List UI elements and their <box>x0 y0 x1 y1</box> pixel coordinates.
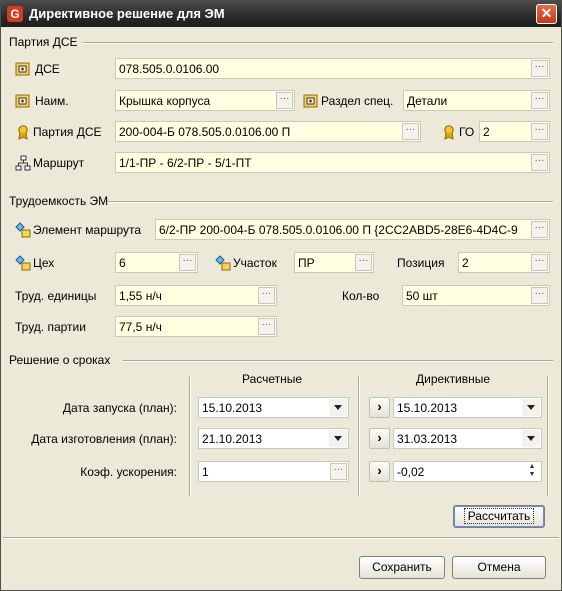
ellipsis-icon[interactable]: ··· <box>276 92 293 109</box>
party-labor-label: Труд. партии <box>15 320 86 334</box>
column-divider <box>547 376 549 496</box>
app-logo-icon: G <box>7 6 23 22</box>
ellipsis-icon[interactable]: ··· <box>355 254 372 271</box>
route-tree-icon <box>15 155 31 171</box>
chevron-down-icon[interactable] <box>329 399 347 416</box>
save-button[interactable]: Сохранить <box>359 556 445 579</box>
unit-labor-field[interactable]: 1,55 н/ч ··· <box>115 285 277 306</box>
cancel-button[interactable]: Отмена <box>452 556 546 579</box>
area-field[interactable]: ПР ··· <box>294 252 374 273</box>
party-field[interactable]: 200-004-Б 078.505.0.0106.00 П ··· <box>115 121 421 142</box>
party-labor-field[interactable]: 77,5 н/ч ··· <box>115 316 277 337</box>
copy-right-button[interactable]: › <box>369 461 390 482</box>
unit-labor-label: Труд. единицы <box>15 289 97 303</box>
shop-label: Цех <box>33 256 55 270</box>
section-title-party: Партия ДСЕ <box>9 35 78 49</box>
section-title-deadlines: Решение о сроках <box>9 353 111 367</box>
route-label: Маршрут <box>33 156 85 170</box>
award-icon <box>18 125 28 140</box>
dse-field[interactable]: 078.505.0.0106.00 ··· <box>115 58 550 79</box>
area-label: Участок <box>233 256 277 270</box>
copy-right-button[interactable]: › <box>369 397 390 418</box>
ellipsis-icon[interactable]: ··· <box>531 60 548 77</box>
title-bar[interactable]: G Директивное решение для ЭМ ✕ <box>1 1 561 27</box>
column-header-directive: Директивные <box>416 372 491 386</box>
ellipsis-icon[interactable]: ··· <box>258 318 275 335</box>
chevron-down-icon[interactable] <box>522 399 540 416</box>
launch-date-directive-select[interactable]: 15.10.2013 <box>393 397 542 418</box>
route-field[interactable]: 1/1-ПР - 6/2-ПР - 5/1-ПТ ··· <box>115 152 550 173</box>
ellipsis-icon[interactable]: ··· <box>330 463 347 480</box>
section-divider <box>83 42 553 44</box>
ellipsis-icon[interactable]: ··· <box>531 123 548 140</box>
position-field[interactable]: 2 ··· <box>458 252 550 273</box>
close-button[interactable]: ✕ <box>536 4 557 24</box>
name-field[interactable]: Крышка корпуса ··· <box>115 90 295 111</box>
spec-section-field[interactable]: Детали ··· <box>403 90 550 111</box>
spinner-arrows-icon[interactable]: ▲ ▼ <box>524 463 540 480</box>
column-header-calculated: Расчетные <box>242 372 303 386</box>
shop-field[interactable]: 6 ··· <box>115 252 198 273</box>
document-icon <box>303 94 318 108</box>
ellipsis-icon[interactable]: ··· <box>179 254 196 271</box>
ellipsis-icon[interactable]: ··· <box>258 287 275 304</box>
party-label: Партия ДСЕ <box>33 125 102 139</box>
column-divider <box>189 376 191 496</box>
document-icon <box>15 62 30 76</box>
acceleration-label: Коэф. ускорения: <box>80 465 177 479</box>
route-element-label: Элемент маршрута <box>33 223 142 237</box>
spec-section-label: Раздел спец. <box>321 94 394 108</box>
award-icon <box>444 125 454 140</box>
section-divider <box>123 360 553 362</box>
go-field[interactable]: 2 ··· <box>479 121 550 142</box>
name-label: Наим. <box>35 94 69 108</box>
position-label: Позиция <box>397 256 445 270</box>
window-title: Директивное решение для ЭМ <box>29 6 225 21</box>
manufacture-date-calc-select[interactable]: 21.10.2013 <box>198 428 349 449</box>
launch-date-calc-select[interactable]: 15.10.2013 <box>198 397 349 418</box>
ellipsis-icon[interactable]: ··· <box>531 154 548 171</box>
area-icon <box>215 255 231 271</box>
calculate-button[interactable]: Рассчитать <box>453 505 545 528</box>
quantity-label: Кол-во <box>342 289 380 303</box>
copy-right-button[interactable]: › <box>369 428 390 449</box>
ellipsis-icon[interactable]: ··· <box>531 92 548 109</box>
ellipsis-icon[interactable]: ··· <box>531 287 548 304</box>
quantity-field[interactable]: 50 шт ··· <box>402 285 550 306</box>
go-label: ГО <box>459 125 475 139</box>
column-divider <box>358 376 360 496</box>
acceleration-calc-field[interactable]: 1 ··· <box>198 461 349 482</box>
ellipsis-icon[interactable]: ··· <box>531 254 548 271</box>
workshop-icon <box>15 255 31 271</box>
dialog-window: G Директивное решение для ЭМ ✕ Партия ДС… <box>0 0 562 591</box>
manufacture-date-label: Дата изготовления (план): <box>31 432 177 446</box>
acceleration-directive-stepper[interactable]: -0,02 ▲ ▼ <box>393 461 542 482</box>
footer-divider <box>3 537 559 539</box>
route-element-field[interactable]: 6/2-ПР 200-004-Б 078.505.0.0106.00 П {2C… <box>155 219 550 240</box>
section-divider <box>107 201 553 203</box>
manufacture-date-directive-select[interactable]: 31.03.2013 <box>393 428 542 449</box>
ellipsis-icon[interactable]: ··· <box>402 123 419 140</box>
section-title-labor: Трудоемкость ЭМ <box>9 194 109 208</box>
chevron-down-icon[interactable] <box>522 430 540 447</box>
ellipsis-icon[interactable]: ··· <box>531 221 548 238</box>
dse-label: ДСЕ <box>35 62 60 76</box>
launch-date-label: Дата запуска (план): <box>62 401 177 415</box>
document-icon <box>15 94 30 108</box>
chevron-down-icon[interactable] <box>329 430 347 447</box>
route-element-icon <box>15 222 31 238</box>
